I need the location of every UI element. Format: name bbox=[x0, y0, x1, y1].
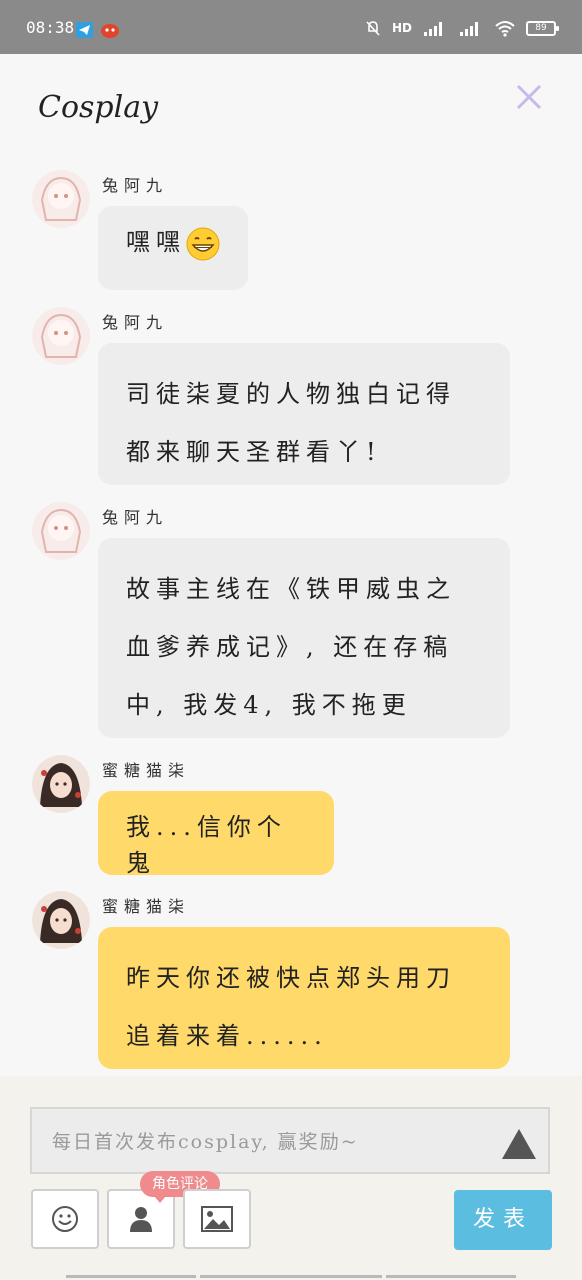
avatar[interactable] bbox=[32, 307, 90, 365]
signal-4g-plus-icon bbox=[424, 22, 442, 36]
smiley-icon bbox=[52, 1206, 78, 1232]
message-bubble: 昨天你还被快点郑头用刀 追着来着...... bbox=[98, 927, 510, 1069]
nav-handle bbox=[66, 1275, 196, 1278]
username: 兔阿九 bbox=[102, 313, 169, 332]
status-bar: 08:38 HD 89 bbox=[0, 0, 582, 54]
comment-input[interactable]: 每日首次发布cosplay, 赢奖励~ bbox=[30, 1107, 550, 1174]
message-line: 中, 我发4, 我不拖更 bbox=[126, 691, 412, 719]
username: 蜜糖猫柒 bbox=[102, 761, 191, 780]
nav-handle bbox=[200, 1275, 382, 1278]
wifi-icon bbox=[495, 21, 515, 37]
nav-handle bbox=[386, 1275, 516, 1278]
message-line: 司徒柒夏的人物独白记得 bbox=[126, 380, 456, 408]
message-text: 嘿嘿 bbox=[126, 228, 186, 256]
signal-4g-icon bbox=[460, 22, 478, 36]
message-line: 故事主线在《铁甲威虫之 bbox=[126, 575, 456, 603]
message-line: 血爹养成记》, 还在存稿 bbox=[126, 633, 454, 661]
send-button[interactable]: 发表 bbox=[454, 1190, 552, 1250]
message-line: 追着来着...... bbox=[126, 1022, 328, 1050]
app-notification-icon bbox=[101, 24, 119, 38]
message-line: 都来聊天圣群看丫! bbox=[126, 438, 382, 466]
close-icon[interactable] bbox=[514, 82, 544, 112]
status-icons: HD 89 bbox=[364, 16, 559, 40]
page-title: Cosplay bbox=[38, 90, 159, 125]
expand-triangle-icon[interactable] bbox=[500, 1127, 538, 1161]
mute-bell-icon bbox=[366, 21, 380, 36]
message-text: 我...信你个鬼 bbox=[126, 813, 287, 877]
hd-indicator: HD bbox=[391, 21, 412, 35]
message-bubble: 嘿嘿 bbox=[98, 206, 248, 290]
image-button[interactable] bbox=[183, 1189, 251, 1249]
status-time: 08:38 bbox=[26, 18, 75, 37]
username: 蜜糖猫柒 bbox=[102, 897, 191, 916]
telegram-icon bbox=[76, 22, 93, 38]
person-icon bbox=[130, 1207, 152, 1232]
avatar[interactable] bbox=[32, 502, 90, 560]
emoji-button[interactable] bbox=[31, 1189, 99, 1249]
username: 兔阿九 bbox=[102, 508, 169, 527]
message-bubble: 我...信你个鬼 bbox=[98, 791, 334, 877]
avatar[interactable] bbox=[32, 755, 90, 813]
message-bubble: 司徒柒夏的人物独白记得 都来聊天圣群看丫! bbox=[98, 343, 510, 485]
battery-indicator: 89 bbox=[526, 20, 559, 36]
comment-input-placeholder: 每日首次发布cosplay, 赢奖励~ bbox=[52, 1131, 359, 1153]
avatar[interactable] bbox=[32, 170, 90, 228]
message-line: 昨天你还被快点郑头用刀 bbox=[126, 964, 456, 992]
message-bubble: 故事主线在《铁甲威虫之 血爹养成记》, 还在存稿 中, 我发4, 我不拖更 bbox=[98, 538, 510, 738]
avatar[interactable] bbox=[32, 891, 90, 949]
composer: 每日首次发布cosplay, 赢奖励~ 角色评论 发表 bbox=[0, 1076, 582, 1280]
image-icon bbox=[201, 1206, 233, 1232]
username: 兔阿九 bbox=[102, 176, 169, 195]
grinning-face-emoji-icon bbox=[186, 227, 220, 260]
